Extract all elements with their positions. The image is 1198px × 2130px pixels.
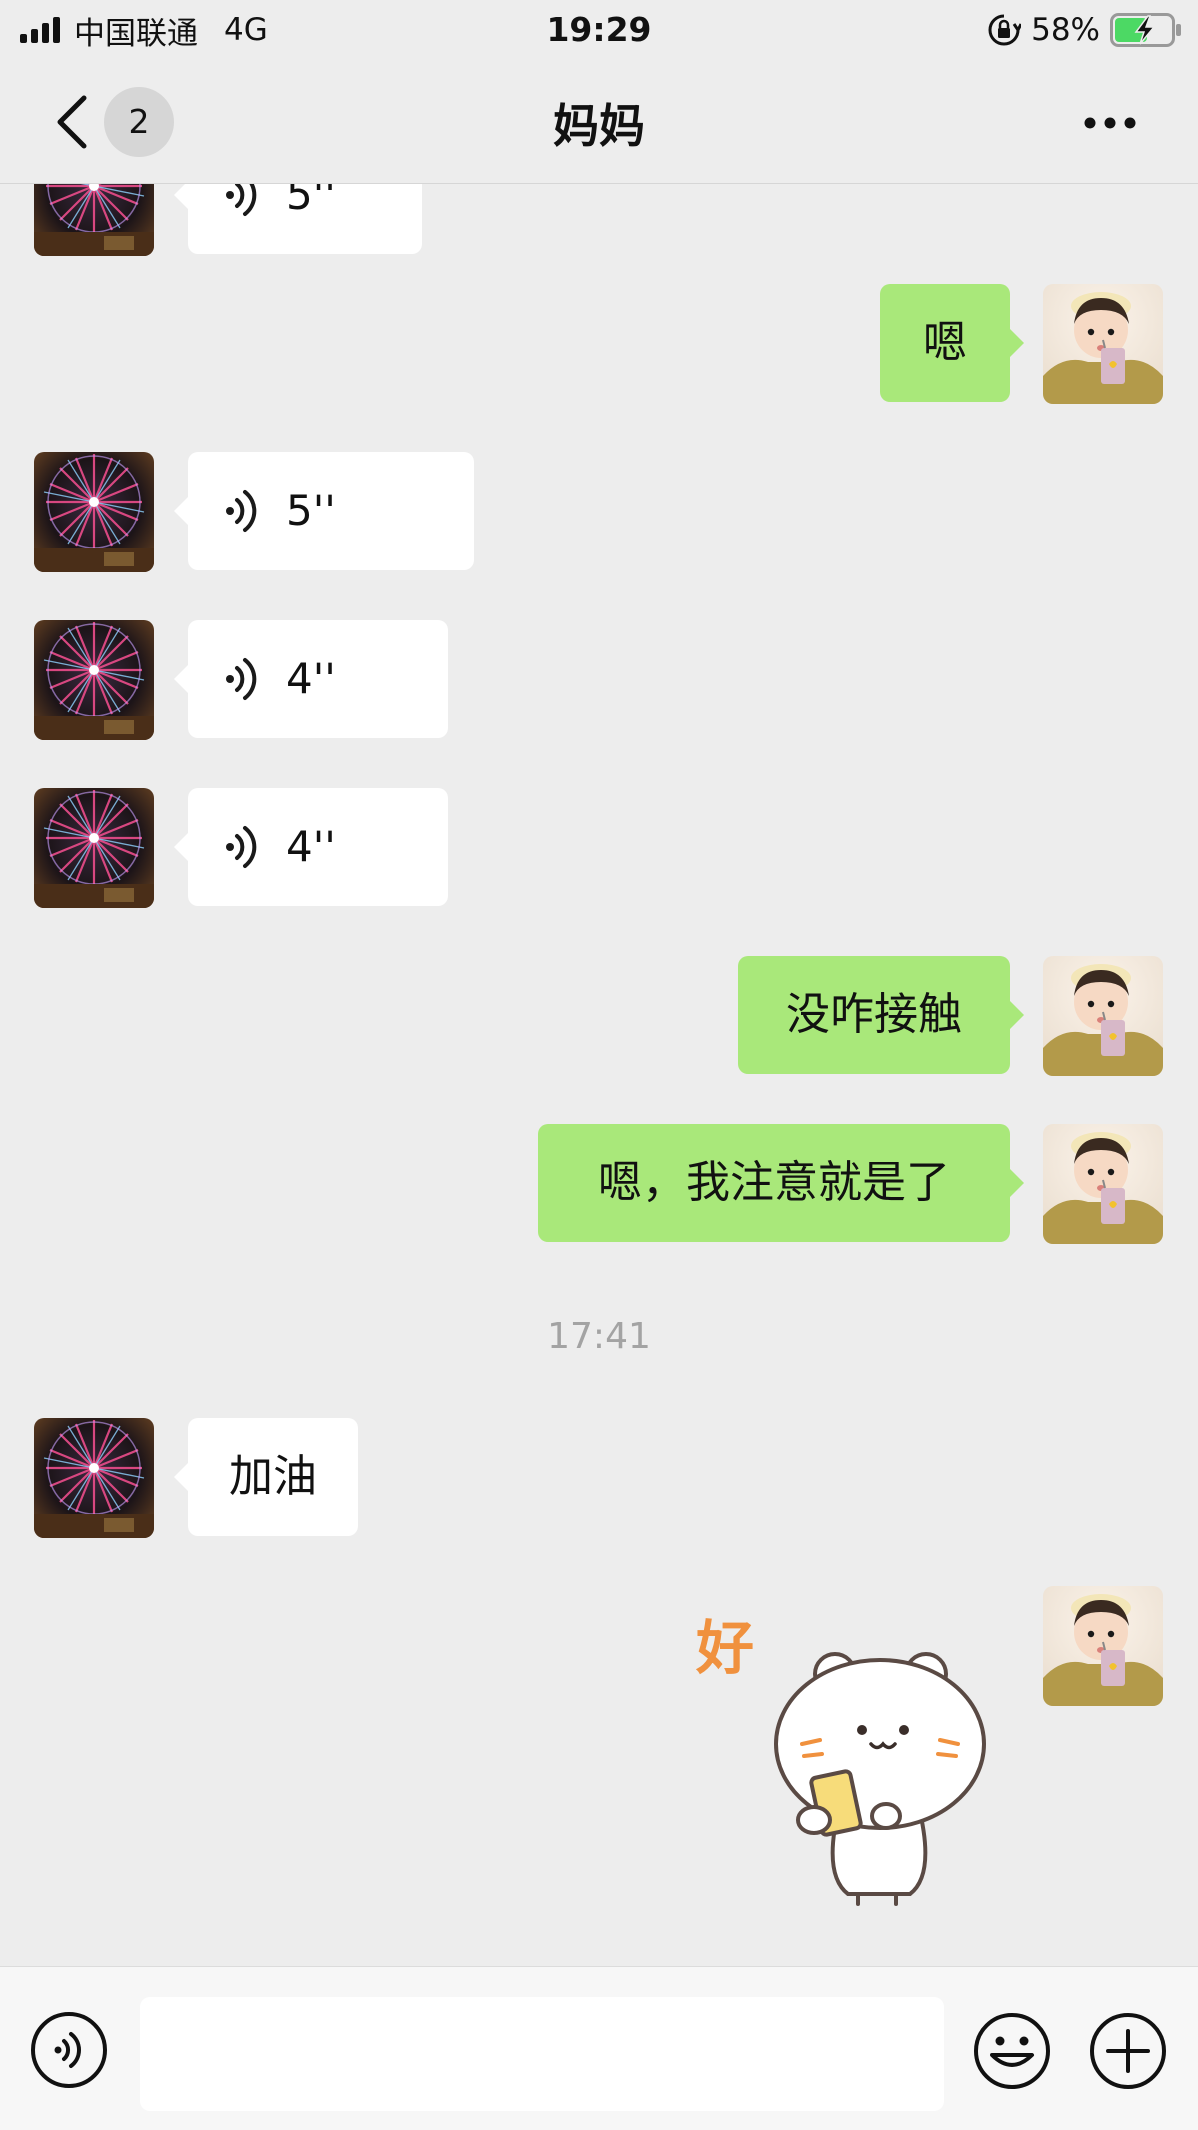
contact-avatar[interactable] [34, 184, 154, 256]
lock-rotation-icon [988, 14, 1022, 46]
voice-message-bubble[interactable]: 4'' [174, 788, 448, 906]
cat-sticker[interactable]: 好 [690, 1604, 1000, 1914]
my-avatar[interactable] [1043, 956, 1163, 1076]
battery-percentage: 58% [1031, 12, 1100, 48]
voice-message-bubble[interactable]: 4'' [174, 620, 448, 738]
voice-wave-icon [224, 184, 260, 219]
voice-message-bubble[interactable]: 5'' [174, 452, 474, 570]
contact-avatar[interactable] [34, 1418, 154, 1538]
battery-charging-icon [1110, 13, 1181, 47]
emoji-icon[interactable] [972, 2011, 1052, 2091]
voice-duration: 5'' [286, 184, 336, 219]
my-avatar[interactable] [1043, 284, 1163, 404]
message-timestamp: 17:41 [547, 1316, 651, 1357]
message-input[interactable] [140, 1997, 944, 2111]
contact-avatar[interactable] [34, 452, 154, 572]
voice-message-bubble[interactable]: 5'' [174, 184, 422, 254]
chat-title: 妈妈 [553, 99, 645, 153]
text-message-bubble[interactable]: 没咋接触 [738, 956, 1024, 1074]
more-dots-icon[interactable] [1082, 106, 1138, 140]
input-bar [0, 1966, 1198, 2130]
my-avatar[interactable] [1043, 1586, 1163, 1706]
text-message-bubble[interactable]: 加油 [174, 1418, 358, 1536]
voice-wave-icon [224, 487, 260, 535]
voice-wave-icon [224, 655, 260, 703]
status-bar: 中国联通 4G 19:29 58% [0, 0, 1198, 62]
voice-duration: 5'' [286, 486, 336, 535]
text-message-bubble[interactable]: 嗯 [880, 284, 1024, 402]
text-message-bubble[interactable]: 嗯，我注意就是了 [538, 1124, 1024, 1242]
voice-mode-icon[interactable] [30, 2011, 108, 2089]
contact-avatar[interactable] [34, 620, 154, 740]
contact-avatar[interactable] [34, 788, 154, 908]
chat-header: 2 妈妈 [0, 62, 1198, 184]
voice-wave-icon [224, 823, 260, 871]
voice-duration: 4'' [286, 654, 336, 703]
chat-messages[interactable]: 5'' 嗯 5'' 4'' 4'' 没咋接触 嗯，我注意就是了 17:41 加油… [0, 184, 1198, 1966]
my-avatar[interactable] [1043, 1124, 1163, 1244]
voice-duration: 4'' [286, 822, 336, 871]
plus-icon[interactable] [1088, 2011, 1168, 2091]
sticker-text: 好 [695, 1614, 754, 1682]
